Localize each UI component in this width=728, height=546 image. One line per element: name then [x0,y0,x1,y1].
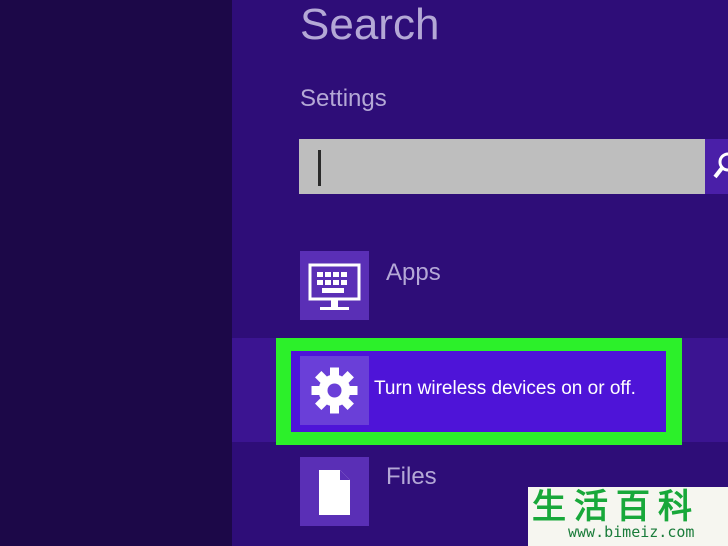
watermark: 生活百科 www.bimeiz.com [528,487,728,546]
desktop-background [0,0,232,546]
search-button[interactable] [705,139,728,194]
watermark-logo: 生活百科 [532,487,700,527]
pane-title: Search [300,0,440,49]
result-label-files: Files [386,463,437,490]
result-label-wireless: Turn wireless devices on or off. [374,378,636,399]
watermark-url: www.bimeiz.com [568,523,695,541]
result-item-apps[interactable]: Apps [300,251,720,321]
search-icon [713,152,728,179]
gear-icon [311,367,358,414]
search-input[interactable] [299,139,704,194]
result-label-apps: Apps [386,259,441,286]
search-box[interactable] [299,139,708,194]
text-caret [318,150,321,186]
result-tile-highlighted [300,356,369,425]
keyboard-monitor-icon [308,263,361,310]
search-scope-label[interactable]: Settings [300,85,387,113]
result-tile [300,251,369,320]
document-icon [319,470,350,515]
result-tile [300,457,369,526]
